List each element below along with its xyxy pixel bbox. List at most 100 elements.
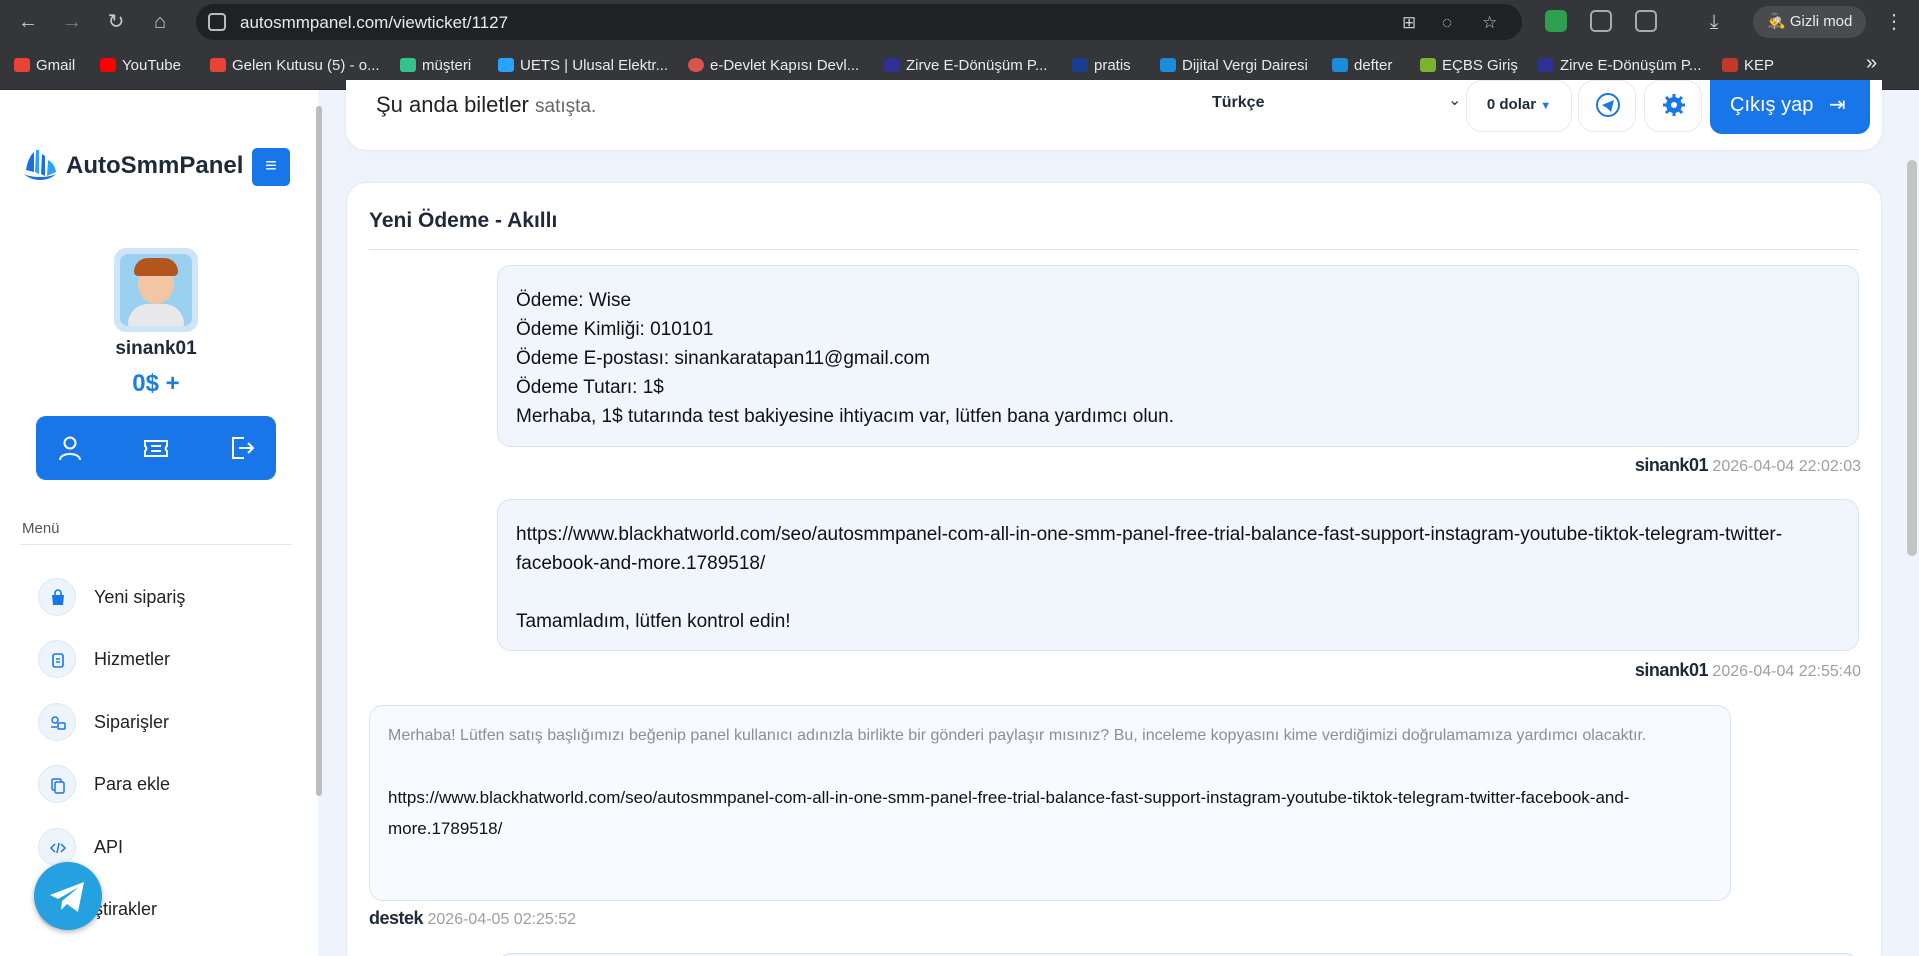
hamburger-icon: ≡ (265, 155, 277, 177)
privacy-extension-icon[interactable] (1590, 10, 1612, 32)
sidebar-item-orders[interactable]: Siparişler (38, 703, 298, 741)
download-icon[interactable]: ⤓ (1700, 8, 1728, 36)
kep-icon (1722, 58, 1738, 72)
kebab-menu-icon[interactable]: ⋮ (1880, 8, 1908, 36)
chevron-down-icon[interactable]: ⌄ (1448, 90, 1461, 110)
extensions-icon[interactable] (1635, 10, 1657, 32)
telegram-icon (1596, 93, 1620, 117)
ecbs-icon (1420, 58, 1436, 72)
account-action-bar (36, 416, 276, 480)
translate-icon[interactable]: ⊞ (1402, 13, 1416, 33)
announcement-sub: satışta. (535, 96, 597, 117)
message-meta: sinank01 2026-04-04 22:02:03 (1635, 455, 1861, 476)
announcement: Şu anda biletler satışta. (376, 92, 596, 118)
telegram-icon (50, 882, 84, 912)
sidebar-item-label: Siparişler (94, 712, 170, 732)
copy-icon (38, 765, 76, 803)
logout-icon[interactable] (228, 434, 256, 462)
telegram-chat-button[interactable] (34, 862, 102, 930)
sidebar-scrollbar[interactable] (316, 106, 322, 796)
youtube-icon (100, 58, 116, 72)
currency-dropdown[interactable]: 0 dolar ▼ (1466, 80, 1572, 132)
bag-icon (38, 578, 76, 616)
forward-icon[interactable]: → (58, 8, 86, 36)
sidebar-item-label: ştirakler (94, 899, 158, 919)
brand-name: AutoSmmPanel (66, 152, 244, 179)
user-icon[interactable] (56, 434, 84, 462)
bookmark-gmail[interactable]: Gmail (14, 57, 75, 74)
message-bubble: Ödeme: Wise Ödeme Kimliği: 010101 Ödeme … (497, 265, 1859, 447)
avatar[interactable] (114, 248, 198, 332)
code-icon (38, 828, 76, 866)
bookmark-pratis[interactable]: pratis (1072, 57, 1131, 74)
sidebar-item-add-funds[interactable]: Para ekle (38, 765, 298, 803)
address-bar[interactable]: autosmmpanel.com/viewticket/1127 ⊞ ◌ ☆ (196, 4, 1522, 40)
bookmark-musteri[interactable]: müşteri (400, 57, 471, 74)
sidebar-item-label: Yeni sipariş (94, 587, 186, 607)
message-author: destek (369, 908, 424, 928)
bookmark-edevlet[interactable]: e-Devlet Kapısı Devl... (688, 57, 859, 74)
caret-down-icon: ▼ (1540, 100, 1552, 112)
message-text-gray: Merhaba! Lütfen satış başlığımızı beğeni… (388, 727, 1647, 744)
ticket-icon[interactable] (142, 434, 170, 462)
bookmark-zirve[interactable]: Zirve E-Dönüşüm P... (884, 57, 1047, 74)
bookmark-kep[interactable]: KEP (1722, 57, 1774, 74)
language-select[interactable]: Türkçe (1212, 94, 1264, 112)
bookmark-vergi[interactable]: Dijital Vergi Dairesi (1160, 57, 1308, 74)
gear-icon (1663, 94, 1685, 116)
bookmark-youtube[interactable]: YouTube (100, 57, 181, 74)
username: sinank01 (115, 338, 197, 359)
ticket-divider (369, 249, 1859, 250)
back-icon[interactable]: ← (14, 8, 42, 36)
logout-label: Çıkış yap (1730, 94, 1814, 116)
announcement-main: Şu anda biletler (376, 92, 529, 117)
message-time: 2026-04-05 02:25:52 (427, 911, 577, 928)
settings-button[interactable] (1644, 80, 1702, 132)
orders-icon (38, 703, 76, 741)
gmail-icon (210, 58, 226, 72)
sidebar-item-api[interactable]: API (38, 828, 298, 866)
menu-divider (20, 544, 292, 545)
incognito-badge[interactable]: 🕵 Gizli mod (1753, 6, 1867, 38)
telegram-button[interactable] (1578, 80, 1636, 132)
bookmark-inbox[interactable]: Gelen Kutusu (5) - o... (210, 57, 380, 74)
leaf-icon (400, 58, 416, 72)
exit-icon: ⇥ (1828, 94, 1846, 116)
bookmark-zirve-2[interactable]: Zirve E-Dönüşüm P... (1538, 57, 1701, 74)
ticket-panel: Yeni Ödeme - Akıllı Ödeme: Wise Ödeme Ki… (346, 182, 1882, 956)
pratis-icon (1072, 58, 1088, 72)
menu-title: Menü (22, 520, 60, 537)
edevlet-icon (688, 58, 704, 72)
sidebar-item-new-order[interactable]: Yeni sipariş (38, 578, 298, 616)
message-bubble-admin: Merhaba! Lütfen satış başlığımızı beğeni… (369, 705, 1731, 901)
page-scrollbar[interactable] (1907, 160, 1917, 556)
reload-icon[interactable]: ↻ (102, 8, 130, 36)
header-bar: Şu anda biletler satışta. Türkçe ⌄ 0 dol… (346, 80, 1882, 150)
menu-toggle-button[interactable]: ≡ (252, 148, 290, 186)
logo-icon (24, 150, 56, 180)
shield-extension-icon[interactable] (1545, 10, 1567, 32)
vergi-icon (1160, 58, 1176, 72)
bookmark-uets[interactable]: UETS | Ulusal Elektr... (498, 57, 668, 74)
site-settings-icon[interactable] (208, 13, 226, 31)
eye-off-icon[interactable]: ◌ (1442, 13, 1452, 33)
message-link[interactable]: https://www.blackhatworld.com/seo/autosm… (388, 782, 1712, 844)
more-bookmarks-icon[interactable]: » (1866, 52, 1877, 75)
message-meta: sinank01 2026-04-04 22:55:40 (1635, 660, 1861, 681)
message-time: 2026-04-04 22:02:03 (1712, 458, 1861, 475)
message-author: sinank01 (1634, 455, 1709, 475)
bookmark-defter[interactable]: defter (1332, 57, 1392, 74)
sidebar-item-label: Para ekle (94, 774, 171, 794)
browser-toolbar: ← → ↻ ⌂ autosmmpanel.com/viewticket/1127… (0, 0, 1919, 44)
sidebar-item-services[interactable]: Hizmetler (38, 640, 298, 678)
message-author: sinank01 (1634, 660, 1709, 680)
logout-button[interactable]: Çıkış yap ⇥ (1710, 80, 1870, 134)
bookmark-ecbs[interactable]: EÇBS Giriş (1420, 57, 1518, 74)
star-icon[interactable]: ☆ (1482, 13, 1497, 33)
balance-display[interactable]: 0$ + (0, 370, 312, 398)
incognito-label: Gizli mod (1789, 13, 1853, 30)
url-text[interactable]: autosmmpanel.com/viewticket/1127 (240, 13, 508, 33)
sidebar-item-label: Hizmetler (94, 649, 171, 669)
home-icon[interactable]: ⌂ (146, 8, 174, 36)
uets-icon (498, 58, 514, 72)
